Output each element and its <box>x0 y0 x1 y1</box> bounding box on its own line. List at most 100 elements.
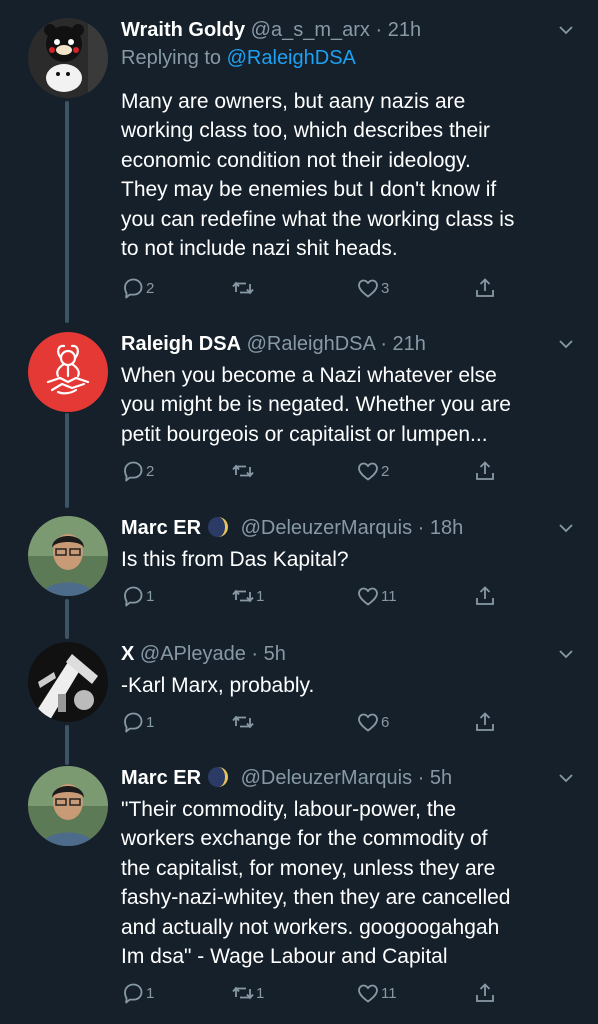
share-button[interactable] <box>473 458 497 484</box>
avatar-image <box>28 766 108 846</box>
reply-count: 1 <box>146 587 155 605</box>
separator-dot: · <box>380 333 387 355</box>
retweet-count: 1 <box>256 984 265 1002</box>
like-count: 6 <box>381 713 390 731</box>
share-button[interactable] <box>473 709 497 735</box>
display-name[interactable]: Raleigh DSA <box>121 333 241 355</box>
replying-to: Replying to @RaleighDSA <box>121 47 356 70</box>
user-handle[interactable]: @DeleuzerMarquis <box>241 517 412 539</box>
reply-count: 1 <box>146 713 155 731</box>
moon-badge-icon <box>208 767 229 787</box>
tweet-text: -Karl Marx, probably. <box>121 674 315 697</box>
like-icon <box>358 587 378 606</box>
display-name[interactable]: Wraith Goldy <box>121 19 245 41</box>
tweet-header: Marc ER @DeleuzerMarquis · 18h <box>121 512 548 544</box>
avatar-image <box>28 516 108 596</box>
like-count: 3 <box>381 279 390 297</box>
thread-line <box>65 413 69 508</box>
retweet-icon <box>232 465 254 477</box>
chevron-down-icon[interactable] <box>558 646 574 662</box>
separator-dot: · <box>375 19 383 41</box>
tweet-header: Marc ER @DeleuzerMarquis · 5h <box>121 762 548 794</box>
share-icon <box>476 983 494 1002</box>
retweet-button[interactable] <box>231 275 256 301</box>
tweet-text: "Their commodity, labour-power, the work… <box>121 798 511 969</box>
reply-button[interactable]: 1 <box>121 583 154 609</box>
avatar[interactable] <box>28 332 108 412</box>
like-button[interactable]: 11 <box>356 980 397 1006</box>
thread-line <box>65 725 69 765</box>
like-button[interactable]: 11 <box>356 583 397 609</box>
tweet-text: When you become a Nazi whatever else you… <box>121 364 511 446</box>
thread-line <box>65 599 69 639</box>
like-icon <box>358 462 378 481</box>
retweet-count: 1 <box>256 587 265 605</box>
timestamp[interactable]: 21h <box>388 19 421 41</box>
retweet-button[interactable]: 1 <box>231 583 264 609</box>
tweet-text: Is this from Das Kapital? <box>121 548 349 571</box>
replying-to-label: Replying to <box>121 47 222 69</box>
reply-button[interactable]: 2 <box>121 275 154 301</box>
like-icon <box>358 984 378 1003</box>
separator-dot: · <box>251 643 259 665</box>
chevron-down-icon[interactable] <box>558 336 574 352</box>
reply-icon <box>124 712 143 733</box>
retweet-button[interactable] <box>231 458 256 484</box>
display-name[interactable]: X <box>121 643 134 665</box>
display-name[interactable]: Marc ER <box>121 517 201 539</box>
like-count: 11 <box>381 984 397 1002</box>
tweet-actions: 1 6 <box>121 709 521 735</box>
chevron-down-icon[interactable] <box>558 22 574 38</box>
user-handle[interactable]: @a_s_m_arx <box>251 19 370 41</box>
avatar-image <box>28 642 108 722</box>
tweet-header: X @APleyade · 5h <box>121 638 548 670</box>
tweet-header: Wraith Goldy @a_s_m_arx · 21h <box>121 14 548 46</box>
avatar-image <box>28 18 108 98</box>
share-icon <box>476 712 494 731</box>
separator-dot: · <box>417 767 425 789</box>
reply-button[interactable]: 1 <box>121 709 154 735</box>
chevron-down-icon[interactable] <box>558 770 574 786</box>
like-count: 11 <box>381 587 397 605</box>
like-button[interactable]: 6 <box>356 709 389 735</box>
share-icon <box>476 278 494 297</box>
retweet-button[interactable] <box>231 709 256 735</box>
moon-badge-icon <box>208 517 229 537</box>
chevron-down-icon[interactable] <box>558 520 574 536</box>
timestamp[interactable]: 5h <box>430 767 452 789</box>
user-handle[interactable]: @APleyade <box>140 643 246 665</box>
avatar[interactable] <box>28 642 108 722</box>
reply-icon <box>124 983 143 1004</box>
avatar[interactable] <box>28 766 108 846</box>
tweet-actions: 2 2 <box>121 458 521 484</box>
share-button[interactable] <box>473 583 497 609</box>
share-button[interactable] <box>473 275 497 301</box>
user-handle[interactable]: @DeleuzerMarquis <box>241 767 412 789</box>
retweet-button[interactable]: 1 <box>231 980 264 1006</box>
timestamp[interactable]: 21h <box>393 333 426 355</box>
share-icon <box>476 586 494 605</box>
reply-icon <box>124 586 143 607</box>
like-button[interactable]: 2 <box>356 458 389 484</box>
reply-button[interactable]: 1 <box>121 980 154 1006</box>
avatar[interactable] <box>28 516 108 596</box>
retweet-icon <box>232 282 254 294</box>
share-button[interactable] <box>473 980 497 1006</box>
user-handle[interactable]: @RaleighDSA <box>247 333 375 355</box>
like-button[interactable]: 3 <box>356 275 389 301</box>
mention-link[interactable]: @RaleighDSA <box>227 47 356 69</box>
timestamp[interactable]: 18h <box>430 517 463 539</box>
separator-dot: · <box>417 517 425 539</box>
tweet-text: Many are owners, but aany nazis are work… <box>121 90 515 261</box>
reply-count: 2 <box>146 462 155 480</box>
thread-line <box>65 101 69 323</box>
tweet-actions: 1 1 11 <box>121 583 521 609</box>
reply-icon <box>124 278 143 299</box>
avatar[interactable] <box>28 18 108 98</box>
retweet-icon <box>232 716 254 728</box>
like-icon <box>358 279 378 298</box>
reply-button[interactable]: 2 <box>121 458 154 484</box>
display-name[interactable]: Marc ER <box>121 767 201 789</box>
timestamp[interactable]: 5h <box>264 643 286 665</box>
tweet-actions: 1 1 11 <box>121 980 521 1006</box>
